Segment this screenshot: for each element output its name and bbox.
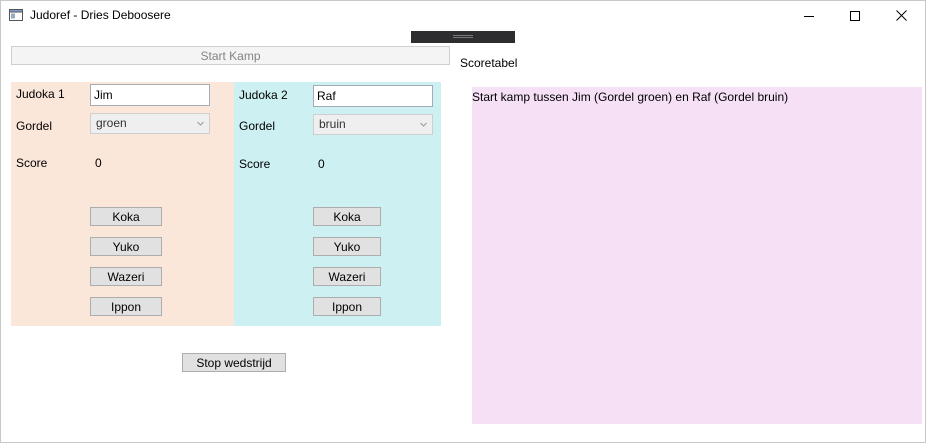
judoka2-yuko-button[interactable]: Yuko xyxy=(313,237,381,256)
close-button[interactable] xyxy=(878,1,924,30)
judoka1-name-input[interactable] xyxy=(90,84,210,106)
judoka2-score-value: 0 xyxy=(318,157,325,171)
judoka1-belt-label: Gordel xyxy=(16,119,53,133)
maximize-button[interactable] xyxy=(832,1,878,30)
judoka2-wazeri-button[interactable]: Wazeri xyxy=(313,267,381,286)
scoreboard-heading: Scoretabel xyxy=(460,56,518,70)
stop-wedstrijd-button[interactable]: Stop wedstrijd xyxy=(182,353,286,372)
judoka2-koka-button[interactable]: Koka xyxy=(313,207,381,226)
judoka2-belt-select[interactable]: bruin xyxy=(313,114,433,135)
judoka2-ippon-button[interactable]: Ippon xyxy=(313,297,381,316)
judoka1-wazeri-button[interactable]: Wazeri xyxy=(90,267,162,286)
judoka2-score-label: Score xyxy=(239,157,271,171)
scoreboard-log-panel: Start kamp tussen Jim (Gordel groen) en … xyxy=(472,87,922,424)
scoreboard-log-entry: Start kamp tussen Jim (Gordel groen) en … xyxy=(472,90,789,104)
judoka2-name-input[interactable] xyxy=(313,85,433,107)
chevron-down-icon xyxy=(197,121,204,126)
judoka1-ippon-button[interactable]: Ippon xyxy=(90,297,162,316)
judoka1-score-label: Score xyxy=(16,156,48,170)
judoka2-belt-label: Gordel xyxy=(239,119,276,133)
start-kamp-button[interactable]: Start Kamp xyxy=(11,46,450,65)
judoka1-belt-select[interactable]: groen xyxy=(90,113,210,134)
close-icon xyxy=(895,10,907,21)
judoka2-belt-value: bruin xyxy=(319,117,346,131)
judoka1-belt-value: groen xyxy=(96,116,127,130)
app-window-icon xyxy=(9,9,23,21)
judoka1-yuko-button[interactable]: Yuko xyxy=(90,237,162,256)
chevron-down-icon xyxy=(420,122,427,127)
judoka2-label: Judoka 2 xyxy=(239,88,288,102)
minimize-button[interactable] xyxy=(786,1,832,30)
judoka1-koka-button[interactable]: Koka xyxy=(90,207,162,226)
judoka1-label: Judoka 1 xyxy=(16,87,65,101)
debug-toolbar-handle[interactable] xyxy=(411,31,515,43)
maximize-icon xyxy=(850,10,860,21)
minimize-icon xyxy=(804,15,814,17)
judoka1-score-value: 0 xyxy=(95,156,102,170)
window-title: Judoref - Dries Deboosere xyxy=(30,8,171,22)
